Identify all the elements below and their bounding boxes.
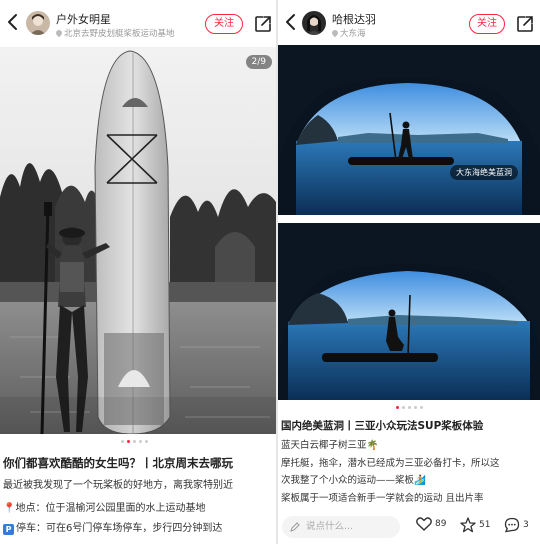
engagement-bar: 说点什么... 89 51 3 [278, 510, 540, 544]
collect-button[interactable]: 51 [460, 517, 490, 533]
address-text: 地点：位于温榆河公园里面的水上运动基地 [15, 503, 206, 514]
avatar[interactable] [302, 11, 326, 35]
share-icon[interactable] [516, 15, 534, 33]
username[interactable]: 哈根达羽 [332, 11, 376, 27]
post-photo[interactable]: 大东海绝美蓝洞 [278, 45, 540, 400]
carousel-dot-active [127, 440, 130, 443]
post-title: 你们都喜欢酷酷的女生吗？丨北京周末去哪玩 [3, 456, 233, 470]
left-post-panel: 户外女明星 北京去野皮划艇桨板运动基地 关注 2/9 你们都喜欢酷酷的女生吗？丨… [0, 0, 276, 544]
post-body-line: P 停车：可在6号门停车场停车，步行四分钟到达 [3, 519, 275, 535]
post-body-line: 次我整了个小众的运动——桨板🏄 [281, 475, 426, 486]
location-text[interactable]: 大东海 [330, 27, 366, 39]
right-post-panel: 哈根达羽 大东海 关注 大东海绝美蓝洞 国内绝美蓝洞丨三亚小众玩法SUP桨板体验… [278, 0, 540, 544]
post-body-line: 最近被我发现了一个玩桨板的好地方，离我家特别近 [3, 480, 233, 491]
heart-icon [416, 517, 432, 531]
location-pin-icon: 📍 [3, 503, 16, 514]
comment-input[interactable]: 说点什么... [282, 516, 400, 538]
parking-text: 停车：可在6号门停车场停车，步行四分钟到达 [16, 523, 223, 534]
post-title: 国内绝美蓝洞丨三亚小众玩法SUP桨板体验 [281, 420, 484, 432]
comment-button[interactable]: 3 [504, 517, 529, 533]
avatar[interactable] [26, 11, 50, 35]
follow-button[interactable]: 关注 [205, 14, 243, 34]
username[interactable]: 户外女明星 [56, 11, 111, 27]
carousel-dot-active [396, 406, 399, 409]
star-icon [460, 517, 476, 533]
comment-count: 3 [523, 520, 529, 530]
carousel-dot [414, 406, 417, 409]
share-icon[interactable] [254, 15, 272, 33]
carousel-dots [121, 440, 148, 443]
paddleboard-photo-image [0, 47, 276, 435]
carousel-dot [408, 406, 411, 409]
sea-cave-photo-image [278, 45, 540, 400]
location-label: 北京去野皮划艇桨板运动基地 [64, 29, 175, 39]
carousel-dot [133, 440, 136, 443]
post-header: 户外女明星 北京去野皮划艇桨板运动基地 关注 [0, 0, 276, 44]
carousel-dot [402, 406, 405, 409]
comment-bubble-icon [504, 517, 520, 533]
carousel-dot [139, 440, 142, 443]
post-body-line: 📍地点：位于温榆河公园里面的水上运动基地 [3, 499, 275, 514]
location-pin-icon [54, 28, 64, 38]
post-photo[interactable]: 2/9 [0, 47, 276, 435]
post-body-line: 蓝天白云椰子树三亚🌴 [281, 440, 379, 451]
location-label: 大东海 [340, 29, 366, 39]
image-counter: 2/9 [245, 55, 272, 69]
post-header: 哈根达羽 大东海 关注 [278, 0, 540, 44]
location-pin-icon [330, 28, 340, 38]
pencil-icon [290, 522, 300, 532]
back-arrow-icon[interactable] [5, 12, 21, 32]
like-button[interactable]: 89 [416, 517, 446, 531]
back-arrow-icon[interactable] [283, 12, 299, 32]
carousel-dot [420, 406, 423, 409]
carousel-dot [145, 440, 148, 443]
photo-location-tag[interactable]: 大东海绝美蓝洞 [450, 165, 518, 180]
like-count: 89 [435, 519, 447, 529]
follow-button[interactable]: 关注 [469, 14, 505, 34]
post-body-line: 摩托艇，拖伞，潜水已经成为三亚必备打卡，所以这 [281, 458, 500, 469]
location-text[interactable]: 北京去野皮划艇桨板运动基地 [54, 27, 175, 39]
post-body-line: 桨板属于一项适合新手一学就会的运动 且出片率 [281, 493, 484, 504]
parking-icon: P [3, 524, 14, 535]
star-count: 51 [479, 520, 491, 530]
carousel-dots [396, 406, 423, 409]
carousel-dot [121, 440, 124, 443]
comment-placeholder: 说点什么... [306, 521, 354, 532]
